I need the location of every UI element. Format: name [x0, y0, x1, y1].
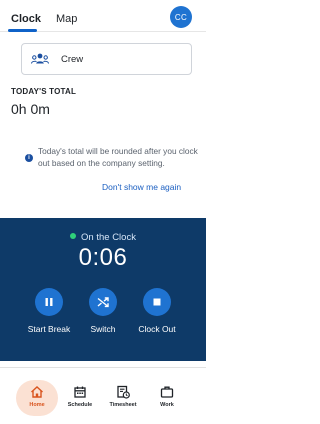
stop-icon [153, 298, 161, 306]
nav-label-schedule: Schedule [67, 402, 93, 408]
todays-total-label: TODAY'S TOTAL [11, 87, 77, 96]
todays-total-value: 0h 0m [11, 101, 50, 117]
info-icon: i [25, 154, 33, 162]
rounding-notice: Today's total will be rounded after you … [38, 146, 198, 168]
start-break-button[interactable] [35, 288, 63, 316]
nav-item-timesheet[interactable]: Timesheet [102, 380, 144, 416]
start-break-label: Start Break [27, 324, 71, 334]
pause-icon [45, 298, 53, 306]
clock-status-text: On the Clock [81, 232, 136, 243]
tab-clock[interactable]: Clock [11, 13, 41, 25]
avatar[interactable]: CC [170, 6, 192, 28]
switch-button[interactable] [89, 288, 117, 316]
avatar-initials: CC [174, 12, 188, 22]
clock-out-action: Clock Out [127, 288, 187, 334]
nav-label-work: Work [160, 402, 174, 408]
bottom-nav: Home Schedule Timesheet Work [0, 378, 206, 418]
nav-divider [0, 367, 206, 368]
nav-label-timesheet: Timesheet [109, 402, 137, 408]
crew-icon [31, 53, 49, 64]
clock-status: On the Clock [0, 232, 206, 243]
shuffle-icon [97, 297, 109, 308]
briefcase-icon [160, 386, 174, 398]
crew-label: Crew [61, 54, 84, 65]
clock-out-label: Clock Out [138, 324, 176, 334]
timesheet-icon [117, 385, 130, 399]
tab-map[interactable]: Map [56, 13, 77, 25]
home-icon [31, 386, 43, 398]
status-dot-icon [70, 233, 77, 240]
clock-panel: On the Clock 0:06 Start Break Switch Clo… [0, 218, 206, 361]
nav-label-home: Home [29, 402, 45, 408]
nav-item-home[interactable]: Home [16, 380, 58, 416]
top-tabs: Clock Map CC [0, 0, 206, 32]
start-break-action: Start Break [19, 288, 79, 334]
switch-action: Switch [73, 288, 133, 334]
crew-card[interactable]: Crew [21, 43, 192, 75]
calendar-icon [74, 386, 86, 398]
nav-item-schedule[interactable]: Schedule [59, 380, 101, 416]
dont-show-again-link[interactable]: Don't show me again [102, 182, 181, 192]
clock-timer: 0:06 [78, 244, 128, 271]
clock-out-button[interactable] [143, 288, 171, 316]
nav-item-work[interactable]: Work [146, 380, 188, 416]
switch-label: Switch [90, 324, 116, 334]
active-tab-indicator [8, 29, 37, 32]
